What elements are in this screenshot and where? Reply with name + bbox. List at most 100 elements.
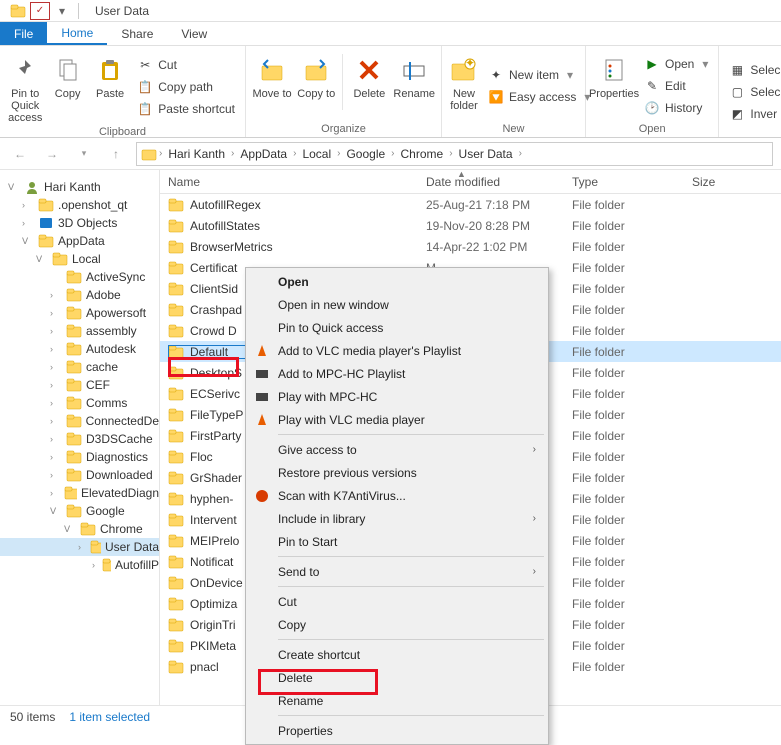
expand-icon[interactable]: ᐯ (22, 236, 34, 247)
crumb-4[interactable]: Chrome (397, 147, 448, 161)
tree-item[interactable]: ›3D Objects (0, 214, 159, 232)
expand-icon[interactable]: › (78, 542, 86, 552)
ctx-pin-start[interactable]: Pin to Start (248, 530, 546, 553)
tree-item[interactable]: ›ElevatedDiagn (0, 484, 159, 502)
open-button[interactable]: ▶Open▾ (640, 54, 712, 74)
ctx-open[interactable]: Open (248, 270, 546, 293)
tree-item[interactable]: ›User Data (0, 538, 159, 556)
ctx-vlc-playlist[interactable]: Add to VLC media player's Playlist (248, 339, 546, 362)
tree-item[interactable]: ›assembly (0, 322, 159, 340)
tree-item[interactable]: ᐯLocal (0, 250, 159, 268)
tree-item[interactable]: ᐯGoogle (0, 502, 159, 520)
breadcrumb[interactable]: › Hari Kanth› AppData› Local› Google› Ch… (136, 142, 773, 166)
tab-view[interactable]: View (167, 22, 221, 45)
new-folder-button[interactable]: ✦ New folder (448, 50, 480, 121)
expand-icon[interactable]: › (22, 200, 34, 210)
invert-selection-button[interactable]: ◩Inver (725, 104, 781, 124)
paste-shortcut-button[interactable]: 📋Paste shortcut (133, 99, 239, 119)
tree-item[interactable]: ᐯHari Kanth (0, 178, 159, 196)
tree-item[interactable]: ᐯAppData (0, 232, 159, 250)
properties-button[interactable]: Properties (592, 50, 636, 121)
tree-item[interactable]: ›.openshot_qt (0, 196, 159, 214)
cut-button[interactable]: ✂Cut (133, 55, 239, 75)
pin-quick-access-button[interactable]: Pin to Quick access (6, 50, 44, 124)
expand-icon[interactable]: › (50, 290, 62, 300)
expand-icon[interactable]: › (50, 344, 62, 354)
tree-item[interactable]: ›AutofillP (0, 556, 159, 574)
expand-icon[interactable]: › (50, 362, 62, 372)
ctx-create-shortcut[interactable]: Create shortcut (248, 643, 546, 666)
expand-icon[interactable]: › (50, 452, 62, 462)
move-to-button[interactable]: Move to (252, 50, 292, 121)
expand-icon[interactable]: › (92, 560, 98, 570)
ctx-restore[interactable]: Restore previous versions (248, 461, 546, 484)
tree-item[interactable]: ᐯChrome (0, 520, 159, 538)
select-none-button[interactable]: ▢Selec (725, 82, 781, 102)
tree-item[interactable]: ›Comms (0, 394, 159, 412)
tree-item[interactable]: ActiveSync (0, 268, 159, 286)
tree-view[interactable]: ᐯHari Kanth›.openshot_qt›3D ObjectsᐯAppD… (0, 170, 160, 706)
ctx-cut[interactable]: Cut (248, 590, 546, 613)
new-item-button[interactable]: ✦New item▾ (484, 65, 594, 85)
ctx-delete[interactable]: Delete (248, 666, 546, 689)
expand-icon[interactable]: › (50, 488, 60, 498)
ctx-mpc-playlist[interactable]: Add to MPC-HC Playlist (248, 362, 546, 385)
expand-icon[interactable]: › (50, 308, 62, 318)
table-row[interactable]: BrowserMetrics14-Apr-22 1:02 PMFile fold… (160, 236, 781, 257)
tab-home[interactable]: Home (47, 22, 107, 45)
ctx-play-vlc[interactable]: Play with VLC media player (248, 408, 546, 431)
tree-item[interactable]: ›Autodesk (0, 340, 159, 358)
tree-item[interactable]: ›CEF (0, 376, 159, 394)
crumb-2[interactable]: Local (298, 147, 335, 161)
ctx-open-new-window[interactable]: Open in new window (248, 293, 546, 316)
tree-item[interactable]: ›Adobe (0, 286, 159, 304)
qat-properties-icon[interactable]: ✓ (30, 2, 50, 20)
qat-dropdown[interactable]: ▾ (52, 2, 72, 20)
rename-button[interactable]: Rename (393, 50, 435, 121)
col-type[interactable]: Type (572, 175, 692, 189)
expand-icon[interactable]: › (50, 398, 62, 408)
tree-item[interactable]: ›Diagnostics (0, 448, 159, 466)
ctx-properties[interactable]: Properties (248, 719, 546, 742)
expand-icon[interactable]: ᐯ (64, 524, 76, 535)
select-all-button[interactable]: ▦Selec (725, 60, 781, 80)
tab-share[interactable]: Share (107, 22, 167, 45)
expand-icon[interactable]: ᐯ (8, 182, 20, 193)
table-row[interactable]: AutofillStates19-Nov-20 8:28 PMFile fold… (160, 215, 781, 236)
expand-icon[interactable]: › (50, 416, 62, 426)
copy-to-button[interactable]: Copy to (296, 50, 336, 121)
delete-button[interactable]: Delete (349, 50, 389, 121)
expand-icon[interactable]: ᐯ (36, 254, 48, 265)
tab-file[interactable]: File (0, 22, 47, 45)
crumb-1[interactable]: AppData (236, 147, 291, 161)
col-size[interactable]: Size (692, 175, 752, 189)
col-date[interactable]: Date modified (426, 175, 572, 189)
crumb-5[interactable]: User Data (455, 147, 517, 161)
expand-icon[interactable]: › (22, 218, 34, 228)
easy-access-button[interactable]: 🔽Easy access▾ (484, 87, 594, 107)
tree-item[interactable]: ›D3DSCache (0, 430, 159, 448)
edit-button[interactable]: ✎Edit (640, 76, 712, 96)
crumb-0[interactable]: Hari Kanth (164, 147, 229, 161)
crumb-3[interactable]: Google (342, 147, 389, 161)
copy-path-button[interactable]: 📋Copy path (133, 77, 239, 97)
ctx-send-to[interactable]: Send to› (248, 560, 546, 583)
back-button[interactable]: ← (8, 142, 32, 166)
tree-item[interactable]: ›ConnectedDe (0, 412, 159, 430)
up-button[interactable]: ↑ (104, 142, 128, 166)
col-name[interactable]: Name (168, 175, 426, 189)
ctx-play-mpc[interactable]: Play with MPC-HC (248, 385, 546, 408)
expand-icon[interactable]: › (50, 380, 62, 390)
ctx-pin-quick[interactable]: Pin to Quick access (248, 316, 546, 339)
paste-button[interactable]: Paste (91, 50, 129, 124)
tree-item[interactable]: ›Apowersoft (0, 304, 159, 322)
history-button[interactable]: 🕑History (640, 98, 712, 118)
forward-button[interactable]: → (40, 142, 64, 166)
expand-icon[interactable]: › (50, 470, 62, 480)
ctx-k7[interactable]: Scan with K7AntiVirus... (248, 484, 546, 507)
tree-item[interactable]: ›Downloaded (0, 466, 159, 484)
expand-icon[interactable]: ᐯ (50, 506, 62, 517)
copy-button[interactable]: Copy (48, 50, 86, 124)
ctx-copy[interactable]: Copy (248, 613, 546, 636)
table-row[interactable]: AutofillRegex25-Aug-21 7:18 PMFile folde… (160, 194, 781, 215)
